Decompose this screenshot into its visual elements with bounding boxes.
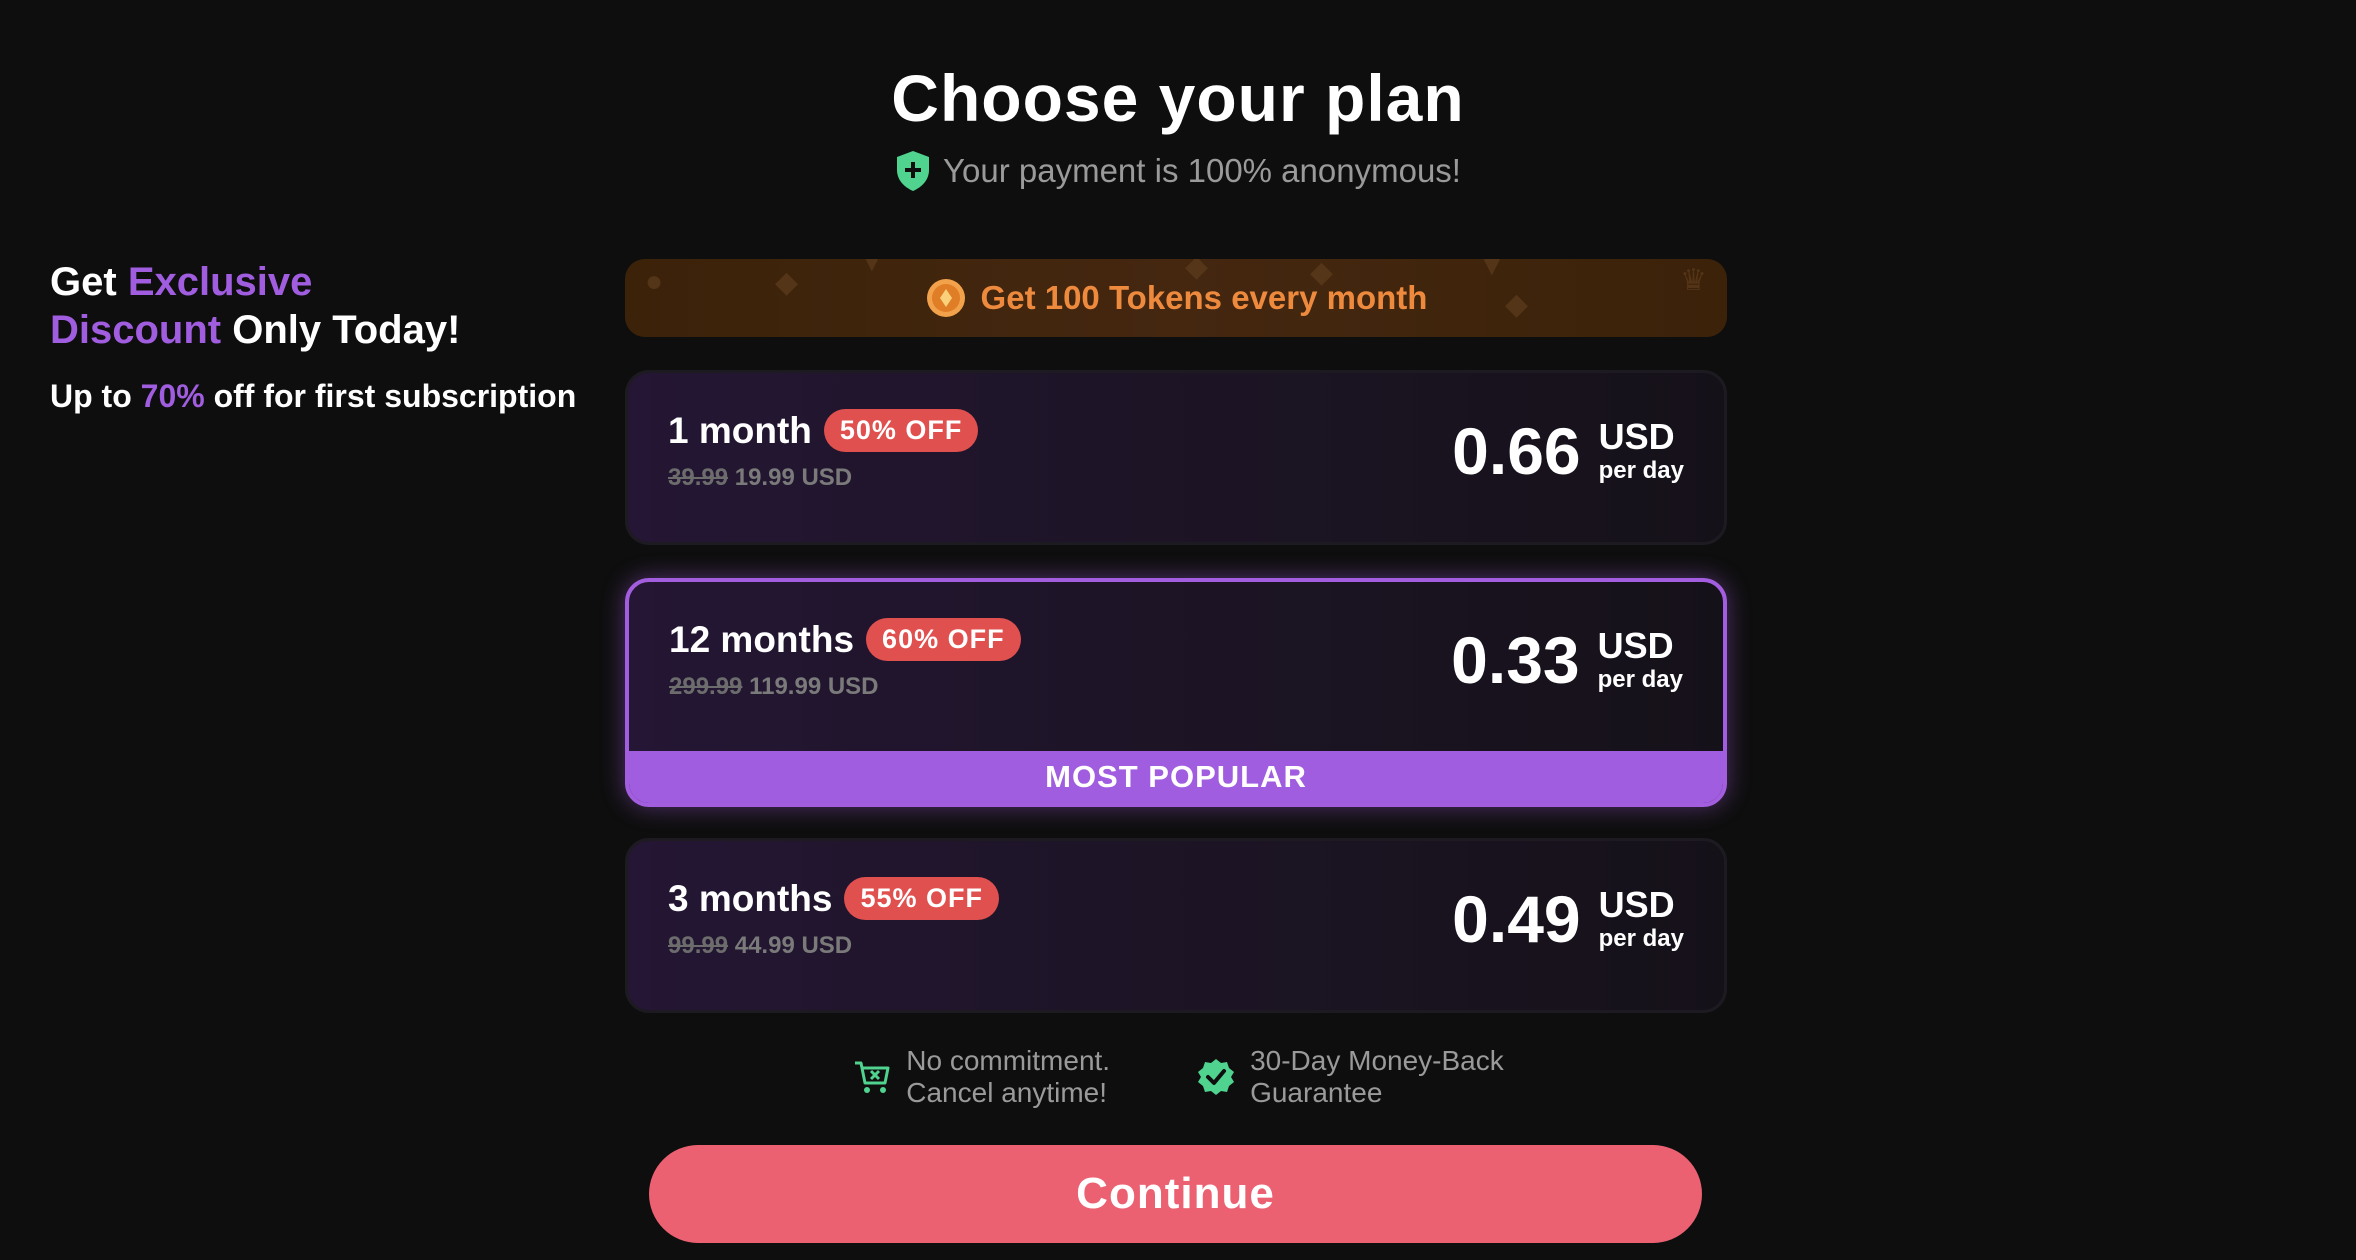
shield-plus-icon <box>895 150 931 192</box>
plan-total-price: 39.99 19.99 USD <box>668 464 852 492</box>
price-per-day: 0.33 USD per day <box>1451 622 1683 698</box>
promo-subtext: Up to 70% off for first subscription <box>50 378 610 415</box>
discounted-price: 19.99 USD <box>734 464 853 491</box>
plan-name: 1 month <box>668 409 812 451</box>
coin-icon <box>925 277 967 319</box>
plan-row: 12 months 60% OFF 299.99 119.99 USD 0.33… <box>669 582 1683 752</box>
plan-name: 3 months <box>668 877 833 919</box>
crown-decoration-icon: ♛ <box>1680 264 1707 297</box>
gem-decoration-icon: ◆ <box>1505 288 1529 321</box>
assurance-line: Cancel anytime! <box>906 1077 1108 1108</box>
promo-text: Get <box>50 260 117 304</box>
original-price: 299.99 <box>669 673 743 700</box>
most-popular-ribbon: MOST POPULAR <box>629 751 1723 803</box>
per-day-label: per day <box>1598 457 1684 484</box>
plan-name-line: 3 months 55% OFF <box>668 877 999 920</box>
anonymous-payment-text: Your payment is 100% anonymous! <box>943 152 1461 189</box>
per-day-label: per day <box>1597 666 1683 693</box>
assurance-line: Guarantee <box>1250 1077 1383 1108</box>
plan-name-line: 1 month 50% OFF <box>668 409 979 452</box>
currency-label: USD <box>1597 625 1674 666</box>
plan-row: 1 month 50% OFF 39.99 19.99 USD 0.66 USD… <box>668 373 1684 542</box>
promo-percent: 70% <box>140 378 205 414</box>
price-amount: 0.66 <box>1452 414 1581 488</box>
verified-check-icon <box>1196 1057 1236 1097</box>
promo-headline: Get Exclusive Discount Only Today! <box>50 258 610 354</box>
discount-badge: 50% OFF <box>823 409 979 452</box>
promo-text: Only Today! <box>232 308 461 352</box>
per-day-label: per day <box>1598 925 1684 952</box>
plan-selection-page: Choose your plan Your payment is 100% an… <box>0 0 2356 1260</box>
original-price: 39.99 <box>668 464 729 491</box>
no-commitment-note: No commitment. Cancel anytime! <box>852 1045 1110 1109</box>
assurance-text: No commitment. Cancel anytime! <box>906 1045 1110 1109</box>
cart-x-icon <box>852 1057 892 1097</box>
anonymous-payment-note: Your payment is 100% anonymous! <box>0 150 2356 192</box>
price-per-day: 0.49 USD per day <box>1452 881 1684 957</box>
page-title: Choose your plan <box>891 61 1465 135</box>
plan-option-12-months[interactable]: 12 months 60% OFF 299.99 119.99 USD 0.33… <box>625 578 1727 807</box>
plan-name: 12 months <box>669 618 855 660</box>
plan-name-line: 12 months 60% OFF <box>669 618 1021 661</box>
money-back-note: 30-Day Money-Back Guarantee <box>1196 1045 1504 1109</box>
assurances: No commitment. Cancel anytime! 30-Day Mo… <box>0 1045 2356 1109</box>
discounted-price: 119.99 USD <box>749 673 879 700</box>
tokens-banner-label: Get 100 Tokens every month <box>980 279 1428 316</box>
price-unit: USD per day <box>1599 419 1684 483</box>
price-amount: 0.49 <box>1452 882 1581 956</box>
price-per-day: 0.66 USD per day <box>1452 413 1684 489</box>
discounted-price: 44.99 USD <box>734 932 853 959</box>
price-amount: 0.33 <box>1451 623 1580 697</box>
plan-total-price: 99.99 44.99 USD <box>668 932 852 960</box>
discount-promo: Get Exclusive Discount Only Today! Up to… <box>50 258 610 415</box>
promo-highlight: Exclusive <box>127 260 313 304</box>
discount-badge: 60% OFF <box>866 618 1021 661</box>
price-unit: USD per day <box>1599 887 1684 951</box>
tokens-banner: ● ◆ ▼ ◆ ◆ ▼ ◆ ♛ Get 100 Tokens every mon… <box>625 259 1727 337</box>
plan-option-1-month[interactable]: 1 month 50% OFF 39.99 19.99 USD 0.66 USD… <box>625 370 1727 545</box>
promo-sub-text: off for first subscription <box>213 378 577 414</box>
currency-label: USD <box>1598 416 1675 457</box>
gem-decoration-icon: ▼ <box>1477 259 1507 282</box>
gem-decoration-icon: ▼ <box>857 259 887 278</box>
promo-sub-text: Up to <box>50 378 132 414</box>
assurance-text: 30-Day Money-Back Guarantee <box>1250 1045 1504 1109</box>
continue-button[interactable]: Continue <box>649 1145 1702 1243</box>
original-price: 99.99 <box>668 932 729 959</box>
gem-decoration-icon: ◆ <box>775 266 799 299</box>
plan-row: 3 months 55% OFF 99.99 44.99 USD 0.49 US… <box>668 841 1684 1010</box>
price-unit: USD per day <box>1598 628 1683 692</box>
plan-option-3-months[interactable]: 3 months 55% OFF 99.99 44.99 USD 0.49 US… <box>625 838 1727 1013</box>
plan-total-price: 299.99 119.99 USD <box>669 673 879 701</box>
discount-badge: 55% OFF <box>844 877 999 920</box>
assurance-line: No commitment. <box>906 1045 1111 1076</box>
assurance-line: 30-Day Money-Back <box>1250 1045 1504 1076</box>
currency-label: USD <box>1598 884 1675 925</box>
coin-decoration-icon: ● <box>645 265 664 298</box>
promo-highlight: Discount <box>50 308 222 352</box>
